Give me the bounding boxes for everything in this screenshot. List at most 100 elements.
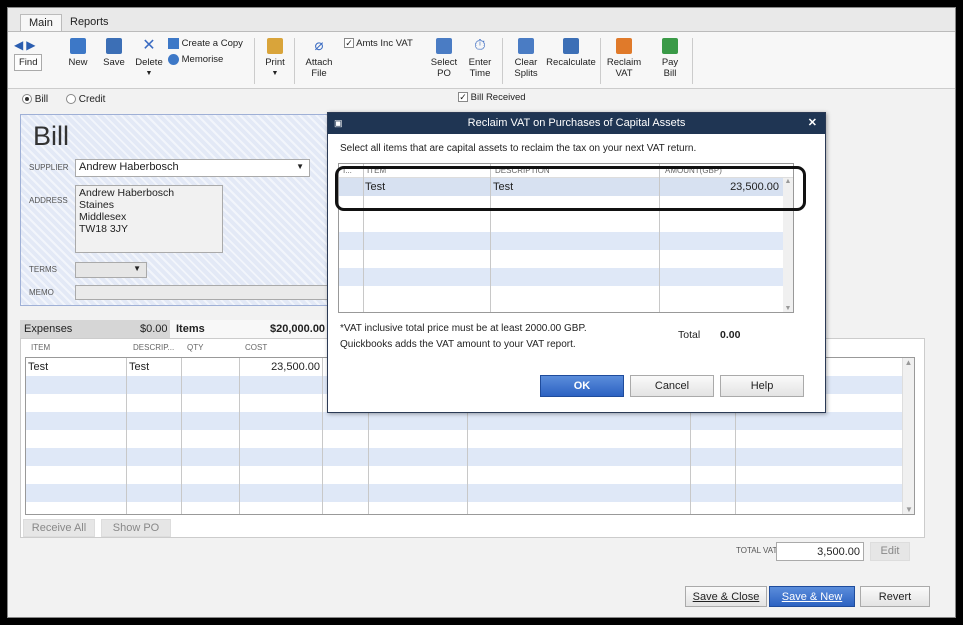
bill-header-panel: Bill SUPPLIER Andrew Haberbosch ▼ ADDRES…	[20, 114, 340, 306]
memorise-button[interactable]: Memorise	[168, 54, 248, 65]
dialog-titlebar: ▣ Reclaim VAT on Purchases of Capital As…	[328, 113, 825, 134]
next-arrow-icon[interactable]: ▶	[26, 38, 35, 52]
save-close-button[interactable]: Save & Close	[685, 586, 767, 607]
supplier-value: Andrew Haberbosch	[79, 161, 179, 173]
terms-label: TERMS	[29, 265, 57, 274]
enter-time-label-2: Time	[469, 68, 491, 79]
delete-dropdown-icon: ▼	[145, 70, 153, 77]
credit-radio[interactable]: Credit	[66, 94, 105, 105]
row-band	[339, 268, 783, 286]
vat-note-2: Quickbooks adds the VAT amount to your V…	[340, 339, 576, 350]
find-button[interactable]: Find	[14, 54, 43, 71]
save-new-button[interactable]: Save & New	[769, 586, 855, 607]
scroll-down-icon[interactable]: ▼	[783, 305, 793, 312]
pay-bill-button[interactable]: Pay Bill	[656, 38, 684, 79]
bill-received-toggle[interactable]: ✓ Bill Received	[458, 92, 526, 103]
receive-all-button[interactable]: Receive All	[23, 519, 95, 537]
toolbar-divider	[692, 38, 693, 84]
tab-expenses[interactable]: Expenses $0.00	[20, 320, 170, 338]
amts-inc-vat-toggle[interactable]: ✓ Amts Inc VAT	[344, 38, 424, 49]
bill-radio-button[interactable]	[22, 94, 32, 105]
new-document-icon	[70, 38, 86, 54]
cancel-button[interactable]: Cancel	[630, 375, 714, 397]
credit-radio-button[interactable]	[66, 94, 76, 105]
print-button[interactable]: Print ▼	[262, 38, 288, 79]
col-divider	[126, 358, 127, 514]
reclaim-vat-label-1: Reclaim	[606, 57, 642, 68]
clear-splits-button[interactable]: Clear Splits	[510, 38, 542, 79]
prev-arrow-icon[interactable]: ◀	[14, 38, 23, 52]
memorise-icon	[168, 54, 179, 65]
new-button[interactable]: New	[64, 38, 92, 68]
highlight-annotation	[335, 166, 806, 211]
save-button[interactable]: Save	[100, 38, 128, 68]
create-copy-label: Create a Copy	[181, 38, 243, 50]
tab-main[interactable]: Main	[20, 14, 62, 32]
supplier-dropdown[interactable]: Andrew Haberbosch ▼	[75, 159, 310, 177]
tab-reports[interactable]: Reports	[62, 14, 117, 32]
bill-received-label: Bill Received	[470, 92, 526, 103]
address-line: Andrew Haberbosch	[79, 187, 175, 199]
scroll-down-icon[interactable]: ▼	[903, 505, 915, 514]
memo-field[interactable]	[75, 285, 333, 300]
row-band	[26, 484, 914, 502]
clear-splits-label-2: Splits	[514, 68, 538, 79]
amts-inc-vat-checkbox[interactable]: ✓	[344, 38, 354, 49]
help-button[interactable]: Help	[720, 375, 804, 397]
delete-x-icon: ✕	[142, 37, 156, 54]
chevron-down-icon: ▼	[133, 264, 141, 273]
delete-button[interactable]: ✕ Delete ▼	[134, 38, 164, 79]
close-icon[interactable]: ✕	[808, 113, 817, 134]
reclaim-vat-dialog: ▣ Reclaim VAT on Purchases of Capital As…	[327, 112, 826, 413]
bill-received-checkbox[interactable]: ✓	[458, 92, 468, 103]
amts-inc-vat-label: Amts Inc VAT	[356, 38, 413, 49]
row-cost: 23,500.00	[271, 361, 320, 373]
pay-bill-label-1: Pay	[661, 57, 679, 68]
total-vat-field[interactable]: 3,500.00	[776, 542, 864, 561]
memo-label: MEMO	[29, 288, 54, 297]
ok-button[interactable]: OK	[540, 375, 624, 397]
col-header-qty: QTY	[187, 343, 204, 352]
create-copy-button[interactable]: Create a Copy	[168, 38, 248, 49]
revert-button[interactable]: Revert	[860, 586, 930, 607]
toolbar: ◀ ▶ Find New Save ✕ Delete ▼ Create a Co…	[8, 31, 955, 89]
select-po-label-2: PO	[437, 68, 451, 79]
calculator-icon	[563, 38, 579, 54]
enter-time-button[interactable]: ⏱ Enter Time	[464, 37, 496, 80]
delete-label: Delete	[135, 57, 163, 68]
show-po-button[interactable]: Show PO	[101, 519, 171, 537]
address-field[interactable]: Andrew Haberbosch Staines Middlesex TW18…	[75, 185, 223, 253]
pay-bill-label-2: Bill	[663, 68, 677, 79]
reclaim-vat-button[interactable]: Reclaim VAT	[606, 38, 642, 79]
reclaim-vat-icon	[616, 38, 632, 54]
items-grid-scrollbar[interactable]: ▲ ▼	[902, 358, 914, 514]
attach-label-2: File	[311, 68, 327, 79]
address-line: Staines	[79, 199, 115, 211]
toolbar-divider	[294, 38, 295, 84]
toolbar-divider	[254, 38, 255, 84]
col-header-item: ITEM	[31, 343, 51, 352]
toolbar-divider	[502, 38, 503, 84]
col-divider	[239, 358, 240, 514]
col-header-cost: COST	[245, 343, 268, 352]
bill-radio[interactable]: Bill	[22, 94, 48, 105]
printer-icon	[267, 38, 283, 54]
total-value: 0.00	[720, 329, 741, 341]
scroll-up-icon[interactable]: ▲	[903, 358, 914, 367]
stopwatch-icon: ⏱	[474, 37, 486, 54]
terms-dropdown[interactable]: ▼	[75, 262, 147, 278]
tab-items[interactable]: Items $20,000.00	[170, 320, 330, 338]
nav-arrows: ◀ ▶	[14, 38, 54, 52]
select-po-icon	[436, 38, 452, 54]
attach-file-button[interactable]: ⌀ Attach File	[300, 38, 338, 80]
enter-time-label-1: Enter	[468, 57, 492, 68]
page-title: Bill	[33, 121, 70, 151]
expenses-amount: $0.00	[140, 323, 168, 335]
dialog-menu-icon[interactable]: ▣	[334, 113, 343, 134]
col-header-description: DESCRIP...	[133, 343, 175, 352]
chevron-down-icon: ▼	[296, 162, 304, 171]
address-label: ADDRESS	[29, 196, 68, 205]
edit-vat-button[interactable]: Edit	[870, 542, 910, 561]
select-po-button[interactable]: Select PO	[428, 38, 460, 79]
recalculate-button[interactable]: Recalculate	[544, 38, 598, 68]
